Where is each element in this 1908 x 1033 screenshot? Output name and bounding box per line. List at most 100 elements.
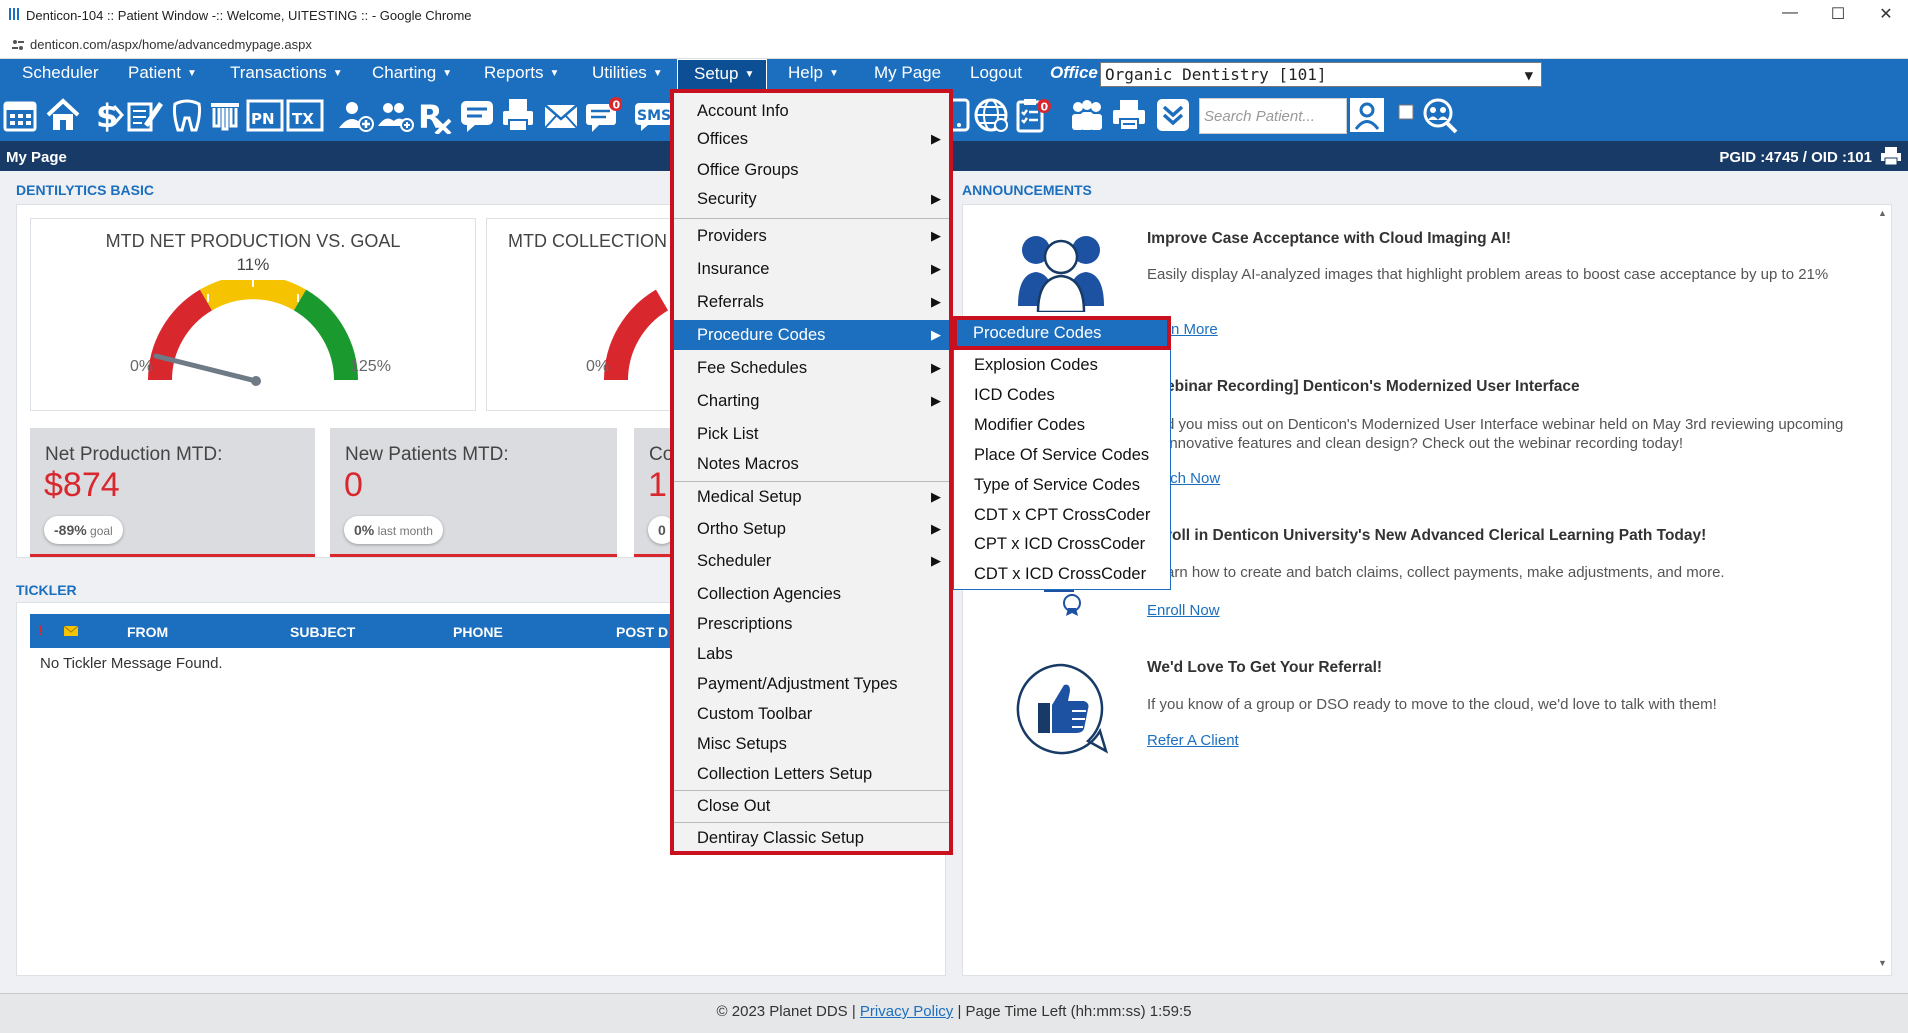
submenu-modifier-codes[interactable]: Modifier Codes [954, 411, 1170, 439]
watch-now-link[interactable]: tch Now [1166, 470, 1220, 487]
clipboard-icon[interactable]: 0 [1014, 96, 1052, 134]
enroll-now-link[interactable]: Enroll Now [1147, 602, 1220, 619]
col-phone[interactable]: PHONE [453, 624, 503, 640]
scrollbar[interactable]: ▲ ▼ [1874, 206, 1890, 974]
group-add-icon[interactable] [376, 96, 414, 134]
address-bar[interactable]: denticon.com/aspx/home/advancedmypage.as… [0, 30, 1908, 59]
menu-charting[interactable]: Charting ▼ [368, 59, 456, 89]
rx-icon[interactable]: R [416, 96, 454, 134]
svg-text:$: $ [96, 97, 118, 134]
people-icon[interactable] [1068, 96, 1106, 134]
menu-reports[interactable]: Reports ▼ [480, 59, 563, 89]
menu-scheduler[interactable]: Scheduler ▶ [674, 547, 949, 575]
checkbox-icon[interactable] [1398, 104, 1414, 120]
scroll-up-icon[interactable]: ▲ [1878, 208, 1887, 218]
menu-custom-toolbar[interactable]: Custom Toolbar [674, 700, 949, 728]
refer-client-link[interactable]: Refer A Client [1147, 732, 1239, 749]
caret-down-icon: ▼ [652, 68, 663, 79]
gauge-percent: 11% [236, 255, 270, 274]
home-icon[interactable] [44, 96, 82, 134]
chat-icon[interactable]: 0 [584, 96, 622, 134]
menu-prescriptions[interactable]: Prescriptions [674, 610, 949, 638]
menu-referrals[interactable]: Referrals ▶ [674, 288, 949, 316]
print-page-icon[interactable] [1880, 146, 1902, 166]
menu-account-info[interactable]: Account Info [674, 97, 949, 125]
site-info-icon[interactable] [12, 39, 24, 51]
submenu-icd-codes[interactable]: ICD Codes [954, 381, 1170, 409]
team-search-icon[interactable] [1420, 96, 1458, 134]
close-window-button[interactable]: ✕ [1866, 4, 1906, 26]
menu-transactions[interactable]: Transactions ▼ [226, 59, 347, 89]
page-title: My Page [6, 149, 67, 166]
menu-payment-adjustment-types[interactable]: Payment/Adjustment Types [674, 670, 949, 698]
submenu-place-of-service-codes[interactable]: Place Of Service Codes [954, 441, 1170, 469]
menu-scheduler[interactable]: Scheduler [18, 59, 103, 89]
menu-help[interactable]: Help ▼ [784, 59, 843, 89]
edit-icon[interactable] [126, 96, 164, 134]
office-select[interactable]: Organic Dentistry [101] ▼ [1100, 62, 1542, 87]
menu-collection-agencies[interactable]: Collection Agencies [674, 580, 949, 608]
printer-icon[interactable] [500, 96, 538, 134]
menu-charting[interactable]: Charting ▶ [674, 387, 949, 415]
menu-misc-setups[interactable]: Misc Setups [674, 730, 949, 758]
menu-labs[interactable]: Labs [674, 640, 949, 668]
user-search-icon[interactable] [1348, 96, 1386, 134]
scroll-down-icon[interactable]: ▼ [1878, 958, 1887, 968]
menu-ortho-setup[interactable]: Ortho Setup ▶ [674, 515, 949, 543]
submenu-cdt-icd-crosscoder[interactable]: CDT x ICD CrossCoder [954, 560, 1170, 588]
dollar-icon[interactable]: $ [86, 96, 124, 134]
menu-logout[interactable]: Logout [966, 59, 1026, 89]
tx-icon[interactable]: TX [286, 96, 324, 134]
menu-dentiray-classic-setup[interactable]: Dentiray Classic Setup [674, 824, 949, 852]
tooth-icon[interactable] [168, 96, 206, 134]
url-text[interactable]: denticon.com/aspx/home/advancedmypage.as… [30, 37, 312, 52]
col-post-date[interactable]: POST D [616, 624, 668, 640]
pgid-oid: PGID :4745 / OID :101 [1719, 149, 1872, 166]
submenu-explosion-codes[interactable]: Explosion Codes [954, 351, 1170, 379]
menu-collection-letters-setup[interactable]: Collection Letters Setup [674, 760, 949, 788]
menu-notes-macros[interactable]: Notes Macros [674, 450, 949, 478]
print-icon[interactable] [1110, 96, 1148, 134]
message-icon[interactable] [458, 96, 496, 134]
learn-more-link[interactable]: rn More [1166, 321, 1218, 338]
download-icon[interactable] [1154, 96, 1192, 134]
patient-add-icon[interactable] [336, 96, 374, 134]
menu-medical-setup[interactable]: Medical Setup ▶ [674, 483, 949, 511]
caret-down-icon: ▼ [744, 69, 755, 80]
menu-offices[interactable]: Offices ▶ [674, 125, 949, 153]
announcements-title: ANNOUNCEMENTS [962, 182, 1092, 198]
menu-providers[interactable]: Providers ▶ [674, 222, 949, 250]
page-time-left: | Page Time Left (hh:mm:ss) 1:59:5 [957, 1003, 1192, 1020]
menu-close-out[interactable]: Close Out [674, 792, 949, 820]
menu-procedure-codes[interactable]: Procedure Codes ▶ [674, 320, 949, 350]
search-patient-input[interactable]: Search Patient... [1199, 98, 1347, 134]
submenu-cpt-icd-crosscoder[interactable]: CPT x ICD CrossCoder [954, 530, 1170, 558]
menu-insurance[interactable]: Insurance ▶ [674, 255, 949, 283]
menu-office-groups[interactable]: Office Groups [674, 156, 949, 184]
pn-icon[interactable]: PN [246, 96, 284, 134]
mail-icon[interactable] [542, 96, 580, 134]
teeth-icon[interactable] [206, 96, 244, 134]
menu-utilities[interactable]: Utilities ▼ [588, 59, 667, 89]
col-subject[interactable]: SUBJECT [290, 624, 355, 640]
caret-down-icon: ▼ [332, 68, 343, 79]
sms-icon[interactable]: SMS [632, 96, 672, 134]
submenu-highlight[interactable]: Procedure Codes [953, 316, 1171, 350]
menu-my-page[interactable]: My Page [870, 59, 945, 89]
menu-fee-schedules[interactable]: Fee Schedules ▶ [674, 354, 949, 382]
globe-icon[interactable] [972, 96, 1010, 134]
minimize-button[interactable]: — [1770, 4, 1810, 26]
submenu-arrow-icon: ▶ [931, 489, 941, 504]
gauge-min-label-collection: 0% [586, 358, 610, 375]
privacy-policy-link[interactable]: Privacy Policy [860, 1003, 953, 1020]
menu-security[interactable]: Security ▶ [674, 185, 949, 213]
col-from[interactable]: FROM [127, 624, 168, 640]
menu-patient[interactable]: Patient ▼ [124, 59, 201, 89]
maximize-button[interactable]: ☐ [1818, 4, 1858, 26]
menu-setup[interactable]: Setup ▼ [677, 59, 767, 89]
calendar-icon[interactable] [2, 96, 40, 134]
menu-pick-list[interactable]: Pick List [674, 420, 949, 448]
submenu-cdt-cpt-crosscoder[interactable]: CDT x CPT CrossCoder [954, 501, 1170, 529]
submenu-type-of-service-codes[interactable]: Type of Service Codes [954, 471, 1170, 499]
tickler-empty: No Tickler Message Found. [40, 655, 223, 672]
